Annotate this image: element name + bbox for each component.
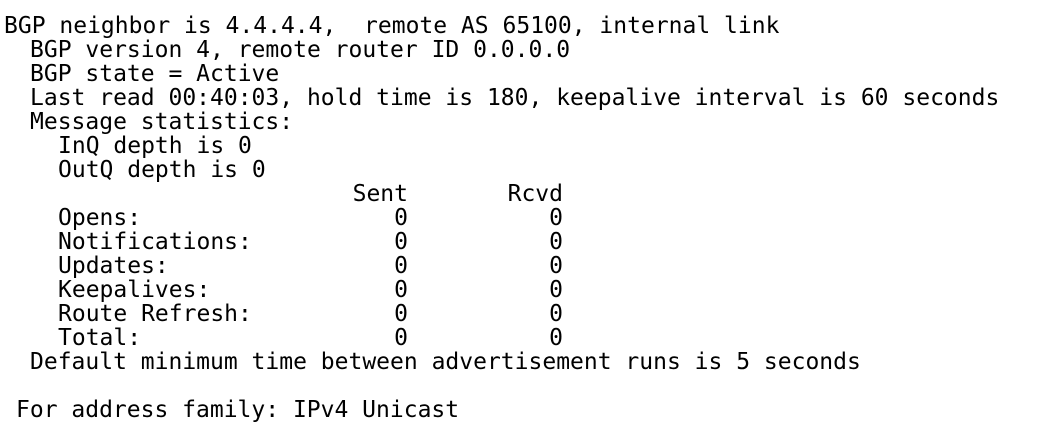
address-family-line: For address family: IPv4 Unicast (16, 397, 460, 423)
stats-row-label: Keepalives: (58, 277, 211, 303)
inq-depth-line: InQ depth is 0 (58, 133, 252, 159)
stats-row-rcvd: 0 (549, 277, 563, 303)
bgp-version-line: BGP version 4, remote router ID 0.0.0.0 (30, 37, 571, 63)
timers-line: Last read 00:40:03, hold time is 180, ke… (30, 85, 1000, 111)
stats-row-label: Updates: (58, 253, 169, 279)
stats-row-sent: 0 (394, 205, 408, 231)
stats-row-sent: 0 (394, 301, 408, 327)
stats-row-rcvd: 0 (549, 301, 563, 327)
stats-header-rcvd: Rcvd (507, 181, 563, 207)
stats-row-label: Route Refresh: (58, 301, 252, 327)
stats-row-sent: 0 (394, 253, 408, 279)
stats-row-label: Opens: (58, 205, 142, 231)
stats-row-label: Total: (58, 325, 142, 351)
stats-row-rcvd: 0 (549, 229, 563, 255)
terminal-output: BGP neighbor is 4.4.4.4, remote AS 65100… (0, 0, 1059, 426)
bgp-state-line: BGP state = Active (30, 61, 280, 87)
stats-row-rcvd: 0 (549, 253, 563, 279)
stats-row-rcvd: 0 (549, 205, 563, 231)
outq-depth-line: OutQ depth is 0 (58, 157, 266, 183)
advertisement-interval-line: Default minimum time between advertiseme… (30, 349, 861, 375)
stats-row-label: Notifications: (58, 229, 252, 255)
stats-row-rcvd: 0 (549, 325, 563, 351)
message-statistics-title: Message statistics: (30, 109, 294, 135)
neighbor-header-line: BGP neighbor is 4.4.4.4, remote AS 65100… (4, 13, 780, 39)
stats-row-sent: 0 (394, 229, 408, 255)
stats-row-sent: 0 (394, 277, 408, 303)
stats-header-sent: Sent (352, 181, 408, 207)
stats-row-sent: 0 (394, 325, 408, 351)
